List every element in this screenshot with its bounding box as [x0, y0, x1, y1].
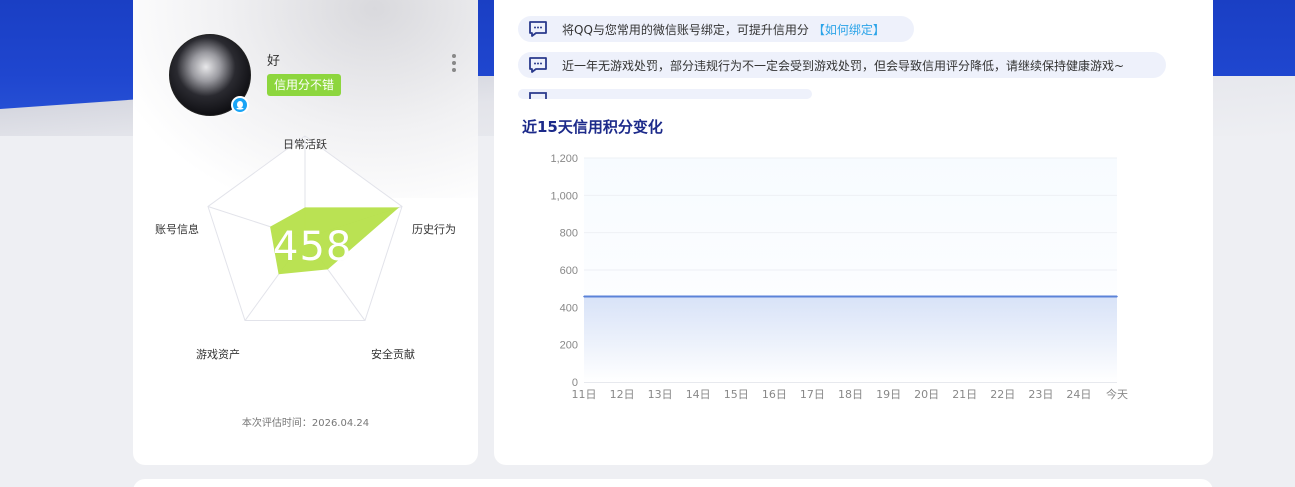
radar-label-account-info: 账号信息 — [155, 223, 199, 236]
data-point — [963, 295, 966, 298]
x-tick-label: 24日 — [1066, 388, 1091, 401]
credit-score: 458 — [273, 224, 353, 270]
y-tick-label: 1,200 — [550, 153, 578, 165]
x-tick-label: 12日 — [610, 388, 635, 401]
message-icon — [529, 92, 547, 99]
y-tick-label: 400 — [560, 302, 578, 314]
data-point — [583, 295, 585, 298]
x-tick-label: 11日 — [572, 388, 597, 401]
more-options-icon[interactable] — [449, 52, 459, 74]
x-tick-label: 13日 — [648, 388, 673, 401]
credit-level-badge: 信用分不错 — [267, 74, 342, 96]
data-point — [697, 295, 699, 298]
message-icon — [529, 57, 547, 73]
x-tick-label: 16日 — [762, 388, 787, 401]
radar-label-daily-activity: 日常活跃 — [283, 138, 327, 151]
y-tick-label: 1,000 — [550, 190, 578, 202]
x-tick-label: 23日 — [1028, 388, 1053, 401]
data-point — [735, 295, 738, 298]
data-point — [1116, 295, 1118, 298]
data-point — [1040, 295, 1042, 298]
username: 好 — [267, 54, 281, 69]
how-to-bind-link[interactable]: 【如何绑定】 — [813, 21, 885, 38]
qq-badge-icon — [231, 96, 249, 114]
x-tick-label: 22日 — [990, 388, 1015, 401]
series-area — [584, 296, 1117, 382]
x-tick-label: 20日 — [914, 388, 939, 401]
x-tick-label: 15日 — [724, 388, 749, 401]
notice-text: 近一年无游戏处罚，部分违规行为不一定会受到游戏处罚，但会导致信用评分降低，请继续… — [562, 58, 1125, 73]
x-tick-label: 19日 — [876, 388, 901, 401]
radar-label-security-contribution: 安全贡献 — [371, 348, 415, 361]
data-point — [773, 295, 776, 298]
radar-label-history-behavior: 历史行为 — [412, 223, 456, 236]
chart-title: 近15天信用积分变化 — [522, 118, 663, 136]
credit-profile-card: 好 信用分不错 日常活跃 历史行为 安全贡献 游戏资产 账号信息 458 本次评… — [133, 0, 478, 465]
notice-partial — [518, 89, 812, 99]
evaluation-time: 本次评估时间：2026.04.24 — [241, 418, 370, 429]
data-point — [659, 295, 661, 298]
data-point — [1002, 295, 1004, 298]
data-point — [887, 295, 890, 298]
data-point — [811, 295, 814, 298]
next-section-card — [133, 479, 1213, 487]
x-tick-label: 18日 — [838, 388, 863, 401]
data-point — [621, 295, 623, 298]
notice-bind-wechat: 将QQ与您常用的微信账号绑定，可提升信用分 【如何绑定】 — [518, 16, 914, 42]
x-tick-label: 21日 — [952, 388, 977, 401]
data-point — [925, 295, 928, 298]
data-point — [849, 295, 852, 298]
y-tick-label: 200 — [560, 340, 578, 352]
y-tick-label: 600 — [560, 265, 578, 277]
notice-text: 将QQ与您常用的微信账号绑定，可提升信用分 — [562, 22, 809, 37]
credit-trend-card: 将QQ与您常用的微信账号绑定，可提升信用分 【如何绑定】 近一年无游戏处罚，部分… — [494, 0, 1213, 465]
credit-trend-chart: 02004006008001,0001,200 11日 12日 13日 14日 15日 1… — [550, 153, 1128, 401]
data-point — [1078, 295, 1080, 298]
x-tick-label: 今天 — [1106, 387, 1128, 401]
y-tick-label: 800 — [560, 228, 578, 240]
x-tick-label: 17日 — [800, 388, 825, 401]
x-tick-label: 14日 — [686, 388, 711, 401]
radar-label-game-assets: 游戏资产 — [196, 348, 240, 361]
message-icon — [529, 21, 547, 37]
notice-no-penalty: 近一年无游戏处罚，部分违规行为不一定会受到游戏处罚，但会导致信用评分降低，请继续… — [518, 52, 1166, 78]
